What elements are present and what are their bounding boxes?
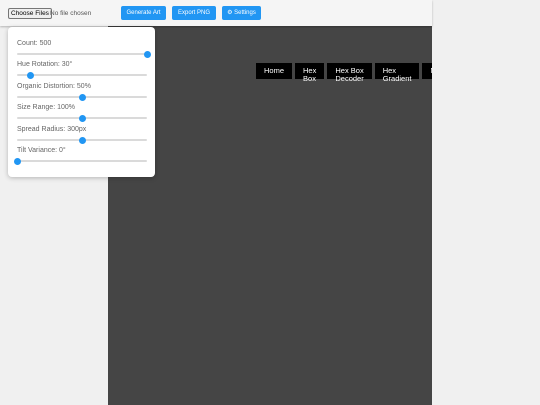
art-canvas: Scrypticul Glyphs Home Hex Box Hex Box D… xyxy=(108,0,432,405)
slider-track[interactable] xyxy=(17,114,147,122)
slider-track[interactable] xyxy=(17,71,147,79)
control-label: Hue Rotation: 30° xyxy=(17,61,73,68)
nav-hex-gradient[interactable]: Hex Gradient xyxy=(374,63,420,83)
slider-track[interactable] xyxy=(13,157,147,165)
site-nav: Home Hex Box Hex Box Decoder Hex Gradien… xyxy=(256,63,432,83)
slider-thumb[interactable] xyxy=(13,157,21,165)
slider-thumb[interactable] xyxy=(26,71,34,79)
choose-files-button[interactable]: Choose Files xyxy=(8,8,52,19)
control-label: Size Range: 100% xyxy=(17,104,75,111)
control-hue-rotation: Hue Rotation: 30° xyxy=(17,61,147,79)
control-label: Organic Distortion: 50% xyxy=(17,83,91,90)
control-tilt-variance: Tilt Variance: 0° xyxy=(13,147,147,165)
control-size-range: Size Range: 100% xyxy=(17,104,147,122)
settings-panel: Count: 500 Hue Rotation: 30° Organic Dis… xyxy=(8,27,155,177)
nav-hex-box[interactable]: Hex Box xyxy=(295,63,325,83)
control-organic-distortion: Organic Distortion: 50% xyxy=(17,83,147,101)
slider-track[interactable] xyxy=(17,93,147,101)
slider-thumb[interactable] xyxy=(78,114,86,122)
nav-hex-box-decoder[interactable]: Hex Box Decoder xyxy=(327,63,372,83)
slider-track[interactable] xyxy=(17,50,151,58)
nav-music[interactable]: Music xyxy=(422,63,432,79)
control-label: Count: 500 xyxy=(17,40,52,47)
control-label: Spread Radius: 300px xyxy=(17,126,87,133)
toolbar: Choose Files No file chosen Generate Art… xyxy=(0,0,432,26)
generate-art-button[interactable]: Generate Art xyxy=(121,6,166,20)
control-spread-radius: Spread Radius: 300px xyxy=(17,126,147,144)
nav-home[interactable]: Home xyxy=(256,63,293,79)
slider-thumb[interactable] xyxy=(143,50,151,58)
settings-button[interactable]: ⚙ Settings xyxy=(222,6,261,20)
slider-thumb[interactable] xyxy=(78,136,86,144)
slider-track[interactable] xyxy=(17,136,147,144)
control-label: Tilt Variance: 0° xyxy=(17,147,66,154)
slider-thumb[interactable] xyxy=(78,93,86,101)
export-png-button[interactable]: Export PNG xyxy=(172,6,216,20)
control-count: Count: 500 xyxy=(17,40,151,58)
file-status-text: No file chosen xyxy=(50,10,92,17)
